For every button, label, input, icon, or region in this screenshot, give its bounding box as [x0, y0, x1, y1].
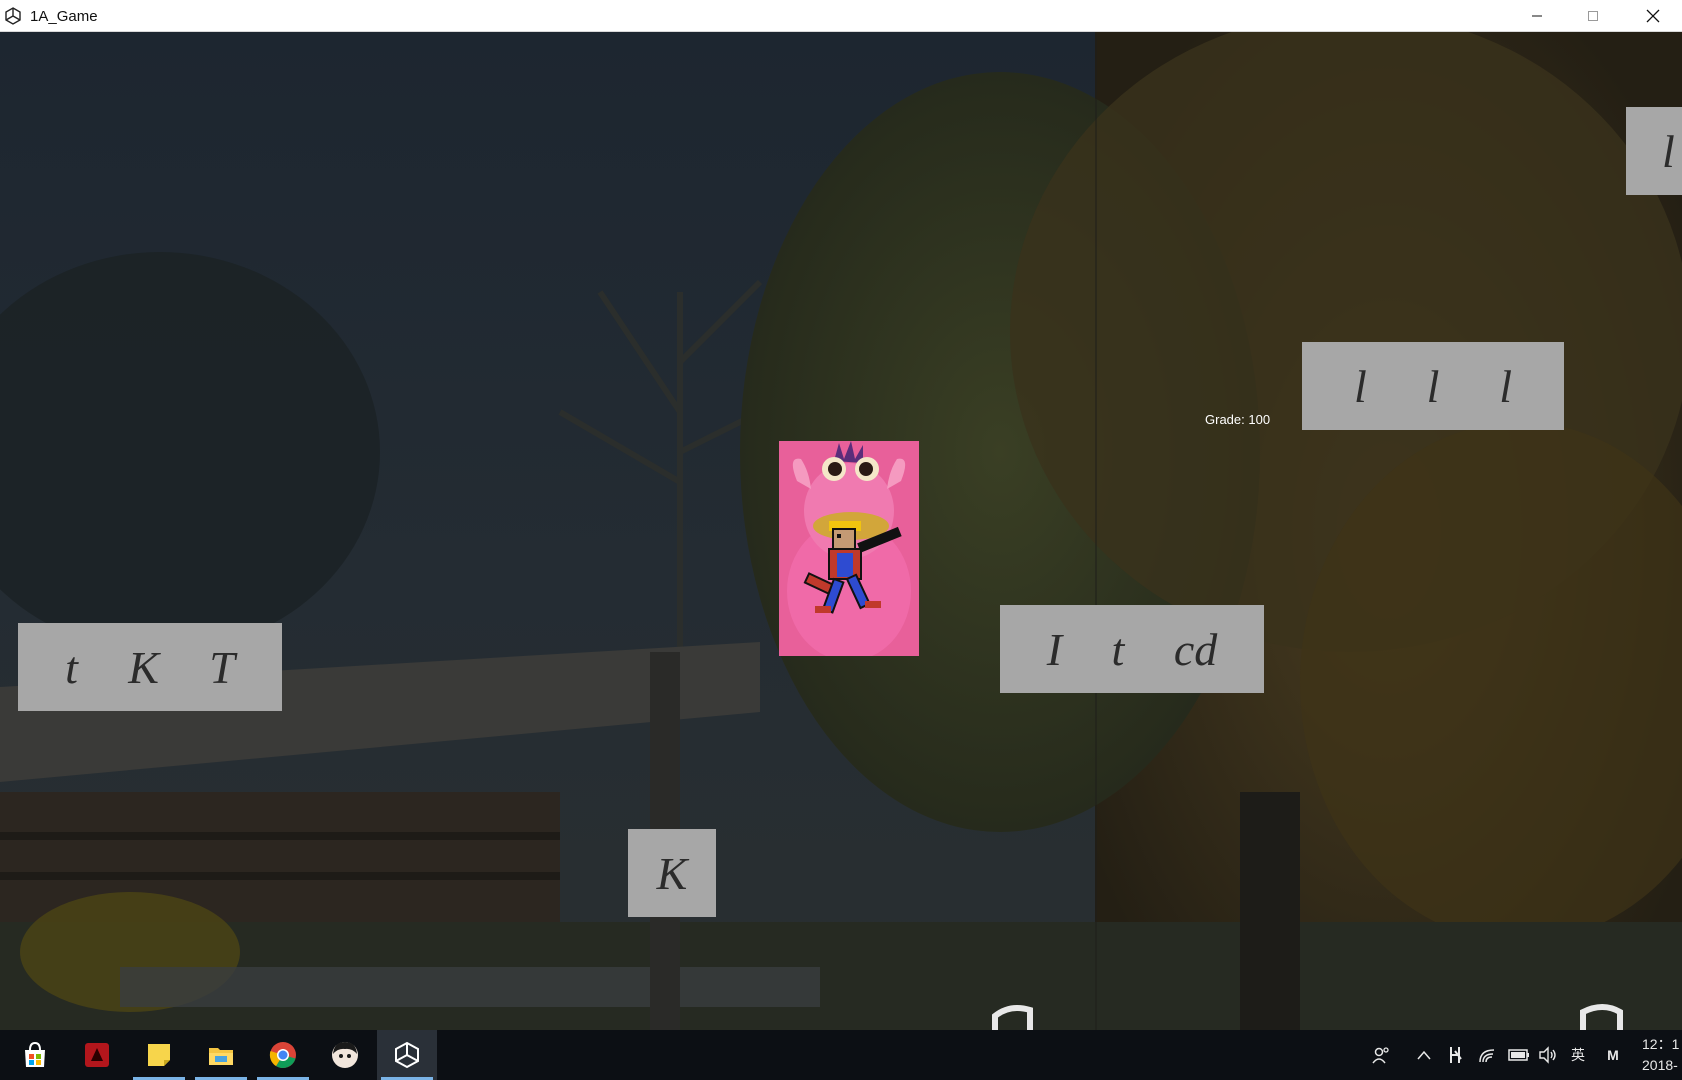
tray-ime[interactable]: 英 — [1564, 1030, 1592, 1080]
wifi-icon — [1479, 1049, 1495, 1063]
taskbar-red-app[interactable] — [67, 1030, 127, 1080]
word-box-right-middle: l l l — [1302, 342, 1564, 430]
word-box-bottom: K — [628, 829, 716, 917]
game-window: 1A_Game l l l l t K T I t cd K Grade: 10… — [0, 0, 1682, 1080]
word-box-left: t K T — [18, 623, 282, 711]
chevron-up-icon — [1417, 1050, 1431, 1060]
folder-icon — [209, 1048, 233, 1065]
clock-date: 2018- — [1642, 1057, 1678, 1073]
letter: T — [209, 641, 235, 693]
letter: l — [1426, 360, 1440, 412]
letter: l — [1353, 360, 1367, 412]
player-character — [779, 441, 919, 656]
tray-volume[interactable] — [1534, 1030, 1562, 1080]
unity-logo-icon — [5, 7, 21, 25]
avatar-icon — [332, 1042, 358, 1068]
tray-app-1[interactable] — [1442, 1030, 1470, 1080]
game-viewport[interactable]: l l l l t K T I t cd K Grade: 100 — [0, 32, 1682, 1030]
word-box-top-right: l — [1626, 107, 1682, 195]
minimize-button[interactable] — [1508, 0, 1566, 32]
letter: t — [65, 641, 78, 693]
letter: I — [1046, 623, 1063, 675]
taskbar-clock[interactable]: 12：1 2018- — [1642, 1034, 1679, 1076]
minimize-icon — [1532, 15, 1542, 17]
taskbar-file-explorer[interactable] — [191, 1030, 251, 1080]
chrome-icon — [269, 1042, 296, 1069]
maximize-icon — [1588, 11, 1598, 21]
window-title: 1A_Game — [30, 8, 98, 25]
close-button[interactable] — [1624, 0, 1682, 32]
taskbar-chrome[interactable] — [253, 1030, 313, 1080]
letter: t — [1111, 623, 1125, 675]
taskbar-sticky-notes[interactable] — [129, 1030, 189, 1080]
tray-show-hidden[interactable] — [1410, 1030, 1438, 1080]
grade-label: Grade: 100 — [1205, 412, 1271, 427]
taskbar: 英 M 12：1 2018- — [0, 1030, 1682, 1080]
word-box-center-right: I t cd — [1000, 605, 1264, 693]
title-bar[interactable]: 1A_Game — [0, 0, 1682, 32]
sticky-notes-icon — [148, 1044, 170, 1066]
taskbar-store[interactable] — [5, 1030, 65, 1080]
tray-battery[interactable] — [1504, 1030, 1534, 1080]
letter: l — [1662, 125, 1675, 177]
clock-time: 12：1 — [1642, 1036, 1680, 1052]
tray-ime-mode[interactable]: M — [1598, 1030, 1628, 1080]
red-app-icon — [85, 1043, 109, 1067]
tray-network[interactable] — [1474, 1030, 1502, 1080]
battery-icon — [1508, 1049, 1529, 1061]
tray-app-icon — [1450, 1047, 1462, 1063]
people-icon — [1372, 1047, 1389, 1064]
partial-sign-icon-2 — [1580, 1004, 1623, 1030]
letter: K — [656, 847, 688, 899]
letter: cd — [1173, 623, 1218, 675]
letter: K — [128, 641, 159, 693]
close-icon — [1646, 9, 1660, 23]
partial-sign-icon — [992, 1005, 1033, 1030]
taskbar-unity[interactable] — [377, 1030, 437, 1080]
taskbar-avatar-app[interactable] — [315, 1030, 375, 1080]
unity-icon — [395, 1041, 419, 1069]
tray-people[interactable] — [1366, 1030, 1396, 1080]
store-icon — [25, 1041, 45, 1067]
letter: l — [1499, 360, 1513, 412]
maximize-button[interactable] — [1564, 0, 1622, 32]
volume-icon — [1539, 1046, 1556, 1064]
